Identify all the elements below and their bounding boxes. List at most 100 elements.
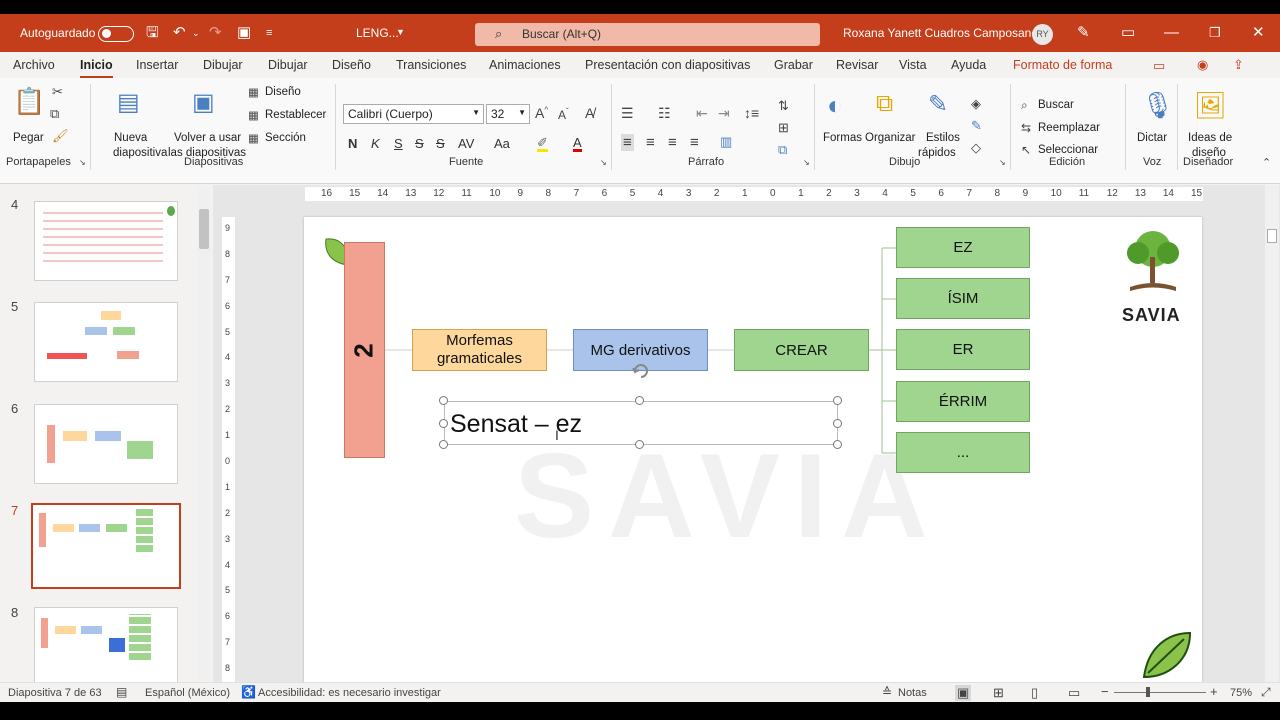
shape-effects-icon[interactable]: ◇ [971,140,981,156]
font-name-select[interactable]: Calibri (Cuerpo) ▼ [343,104,484,124]
reading-view-icon[interactable]: ▯ [1031,685,1038,701]
slide-thumbnail-5[interactable] [34,302,178,382]
fuente-launcher-icon[interactable]: ↘ [600,158,607,167]
resize-handle[interactable] [833,396,842,405]
shadow-button[interactable]: S [415,136,424,151]
zoom-slider-thumb[interactable] [1146,687,1150,697]
close-icon[interactable]: ✕ [1252,23,1265,43]
tab-transiciones[interactable]: Transiciones [396,58,466,72]
quick-styles-label-1[interactable]: Estilos [926,132,960,144]
replace-button[interactable]: Reemplazar [1038,122,1100,134]
zoom-out-icon[interactable]: − [1101,684,1109,699]
pen-icon[interactable]: ✎ [1077,23,1090,43]
tab-inicio[interactable]: Inicio [80,58,113,79]
shapes-icon[interactable]: ◐ [827,90,843,121]
font-size-select[interactable]: 32 ▼ [486,104,530,124]
undo-dropdown-icon[interactable]: ⌄ [192,23,200,43]
resize-handle[interactable] [439,396,448,405]
strikethrough-button[interactable]: S [436,136,445,151]
tab-presentacion[interactable]: Presentación con diapositivas [585,58,750,72]
notes-button[interactable]: Notas [898,687,927,699]
portapapeles-launcher-icon[interactable]: ↘ [79,158,86,167]
accessibility-status[interactable]: Accesibilidad: es necesario investigar [258,687,441,699]
user-name[interactable]: Roxana Yanett Cuadros Camposano [843,26,1038,40]
fit-to-window-icon[interactable]: ⤢ [1261,685,1271,700]
present-icon[interactable]: ▣ [237,23,251,43]
shapes-button[interactable]: Formas [823,132,862,144]
quick-styles-label-2[interactable]: rápidos [918,147,956,159]
stage-scrollbar[interactable] [1265,185,1279,682]
maximize-icon[interactable]: ❐ [1209,23,1221,43]
paste-icon[interactable]: 📋 [13,86,45,117]
dictate-button[interactable]: Dictar [1137,132,1167,144]
document-name[interactable]: LENG... [356,26,399,40]
resize-handle[interactable] [635,440,644,449]
accessibility-icon[interactable]: ♿ [241,685,256,699]
layout-button[interactable]: Diseño [265,86,301,98]
save-icon[interactable]: 🖫 [146,23,159,43]
tab-diseno[interactable]: Diseño [332,58,371,72]
tab-ayuda[interactable]: Ayuda [951,58,986,72]
search-box[interactable]: ⌕ Buscar (Alt+Q) [475,23,820,46]
share-icon[interactable]: ⇪ [1233,57,1244,73]
notes-icon[interactable]: ≙ [882,685,892,699]
dibujo-launcher-icon[interactable]: ↘ [999,158,1006,167]
text-box-selection[interactable]: Sensat – ez [444,401,838,445]
arrange-icon[interactable]: ⧉ [876,90,893,118]
find-button[interactable]: Buscar [1038,99,1074,111]
morfemas-box[interactable]: Morfemas gramaticales [412,329,547,371]
align-center-icon[interactable]: ≡ [646,134,655,151]
slide-sorter-icon[interactable]: ⊞ [993,685,1004,701]
redo-icon[interactable]: ↷ [209,23,222,43]
collapse-ribbon-icon[interactable]: ⌃ [1262,156,1271,169]
reuse-slides-icon[interactable]: ▣ [192,88,215,117]
crear-box[interactable]: CREAR [734,329,869,371]
decrease-indent-icon[interactable]: ⇤ [696,105,708,122]
select-button[interactable]: Seleccionar [1038,144,1098,156]
tab-formato-de-forma[interactable]: Formato de forma [1013,58,1112,72]
normal-view-icon[interactable]: ▣ [955,685,972,701]
increase-indent-icon[interactable]: ⇥ [718,105,730,122]
line-spacing-icon[interactable]: ↕≡ [744,105,759,121]
highlight-icon[interactable]: ✐ [537,136,548,152]
tab-vista[interactable]: Vista [899,58,927,72]
suffix-box[interactable]: ÉRRIM [896,381,1030,422]
align-left-icon[interactable]: ≡ [621,134,634,151]
underline-button[interactable]: S [394,136,403,151]
columns-icon[interactable]: ▥ [720,134,732,150]
text-direction-icon[interactable]: ⇅ [778,98,789,114]
font-color-icon[interactable]: A [573,136,582,152]
slide-thumbnail-6[interactable] [34,404,178,484]
char-spacing-icon[interactable]: AV [458,136,474,151]
justify-icon[interactable]: ≡ [690,134,699,151]
tab-grabar[interactable]: Grabar [774,58,813,72]
microphone-icon[interactable]: 🎙 [1141,90,1174,121]
language-label[interactable]: Español (México) [145,687,230,699]
format-painter-icon[interactable]: 🖌 [52,128,69,144]
resize-handle[interactable] [439,440,448,449]
grow-font-icon[interactable]: A^ [535,105,548,121]
zoom-in-icon[interactable]: + [1210,684,1218,699]
suffix-box[interactable]: ÍSIM [896,278,1030,319]
bullets-icon[interactable]: ☰ [621,105,634,122]
text-box-content[interactable]: Sensat – ez [450,410,582,439]
record-icon[interactable]: ◉ [1197,57,1208,73]
resize-handle[interactable] [833,440,842,449]
shape-outline-icon[interactable]: ✎ [971,118,982,134]
suffix-box[interactable]: ER [896,329,1030,370]
new-slide-label-2[interactable]: diapositiva [113,147,167,159]
slideshow-icon[interactable]: ▭ [1068,685,1080,701]
design-ideas-label-1[interactable]: Ideas de [1188,132,1232,144]
shrink-font-icon[interactable]: Aˇ [558,107,569,122]
section-button[interactable]: Sección [265,132,306,144]
change-case-icon[interactable]: Aa [494,136,510,151]
numbering-icon[interactable]: ☷ [658,105,671,122]
paste-button[interactable]: Pegar [13,132,44,144]
slide-thumbnail-7[interactable] [31,503,181,589]
quick-styles-icon[interactable]: ✎ [928,90,948,119]
align-right-icon[interactable]: ≡ [668,134,677,151]
comments-icon[interactable]: ▭ [1153,58,1165,74]
tab-revisar[interactable]: Revisar [836,58,878,72]
resize-handle[interactable] [833,419,842,428]
avatar[interactable]: RY [1032,24,1053,45]
